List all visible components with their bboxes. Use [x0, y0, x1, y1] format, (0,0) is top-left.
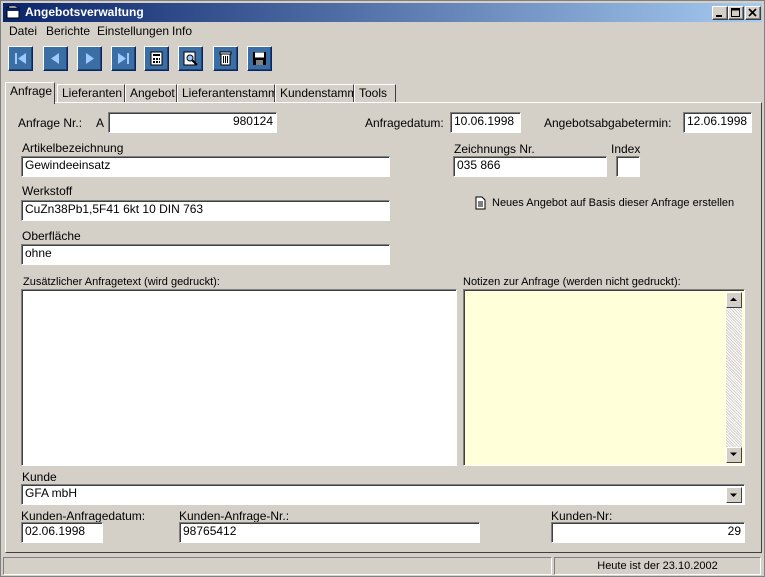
zeichnung-field[interactable]: 035 866	[453, 156, 607, 177]
anfrage-nr-prefix: A	[96, 116, 105, 130]
abgabetermin-label: Angebotsabgabetermin:	[544, 116, 672, 130]
zeichnung-label: Zeichnungs Nr.	[454, 142, 535, 156]
kunden-anfrage-nr-label: Kunden-Anfrage-Nr.:	[179, 509, 290, 523]
menu-einstellungen[interactable]: Einstellungen	[97, 24, 169, 38]
save-button[interactable]	[247, 46, 272, 71]
menu-info[interactable]: Info	[172, 24, 192, 38]
maximize-button[interactable]	[728, 6, 744, 20]
kunden-nr-label: Kunden-Nr:	[551, 509, 613, 523]
maximize-icon	[731, 8, 740, 17]
menu-berichte[interactable]: Berichte	[46, 24, 90, 38]
menu-bar: Datei Berichte Einstellungen Info	[3, 22, 762, 40]
arrow-up-icon	[730, 297, 737, 301]
minimize-icon	[716, 15, 722, 17]
last-record-button[interactable]	[111, 46, 136, 71]
kunde-combobox[interactable]: GFA mbH	[21, 484, 745, 505]
delete-button[interactable]	[213, 46, 238, 71]
kunden-nr-field[interactable]: 29	[551, 522, 745, 543]
tab-lieferantenstamm[interactable]: Lieferantenstamm	[177, 84, 278, 103]
status-bar: Heute ist der 23.10.2002	[3, 557, 762, 575]
floppy-disk-icon	[253, 52, 266, 65]
application-window: Angebotsverwaltung Datei Berichte Einste…	[0, 0, 765, 577]
notizen-label: Notizen zur Anfrage (werden nicht gedruc…	[463, 276, 681, 288]
anfrage-nr-field[interactable]: 980124	[108, 112, 277, 133]
tab-kundenstamm[interactable]: Kundenstamm	[275, 84, 357, 103]
status-pane-left	[3, 557, 552, 575]
close-button[interactable]	[745, 6, 761, 20]
kunde-dropdown-button[interactable]	[726, 487, 742, 503]
status-date: Heute ist der 23.10.2002	[554, 557, 761, 575]
zusatztext-label: Zusätzlicher Anfragetext (wird gedruckt)…	[23, 276, 220, 288]
previous-record-button[interactable]	[43, 46, 68, 71]
artikel-field[interactable]: Gewindeeinsatz	[21, 156, 390, 177]
close-icon	[748, 8, 757, 17]
window-title: Angebotsverwaltung	[25, 5, 144, 19]
notizen-textarea[interactable]	[463, 289, 745, 466]
anfragedatum-field[interactable]: 10.06.1998	[450, 112, 521, 133]
scroll-down-button[interactable]	[726, 447, 742, 463]
calculator-button[interactable]	[144, 46, 169, 71]
chevron-down-icon	[730, 493, 737, 497]
scroll-up-button[interactable]	[726, 292, 742, 308]
search-button[interactable]	[178, 46, 203, 71]
app-icon	[6, 5, 20, 19]
werkstoff-field[interactable]: CuZn38Pb1,5F41 6kt 10 DIN 763	[21, 200, 390, 221]
neues-angebot-label: Neues Angebot auf Basis dieser Anfrage e…	[492, 197, 735, 209]
search-icon	[183, 51, 198, 66]
kunden-anfrage-nr-field[interactable]: 98765412	[179, 522, 480, 543]
tab-tools[interactable]: Tools	[354, 84, 396, 103]
previous-record-icon	[51, 53, 59, 64]
anfrage-nr-label: Anfrage Nr.:	[18, 116, 83, 130]
zusatztext-textarea[interactable]	[21, 289, 457, 466]
calculator-icon	[150, 51, 163, 66]
trash-icon	[219, 51, 232, 66]
tab-angebot[interactable]: Angebot	[125, 84, 177, 103]
kunde-label: Kunde	[22, 470, 57, 484]
kunden-anfragedatum-label: Kunden-Anfragedatum:	[21, 509, 146, 523]
next-record-icon	[86, 53, 94, 64]
menu-datei[interactable]: Datei	[9, 24, 37, 38]
oberflaeche-field[interactable]: ohne	[21, 244, 390, 265]
anfragedatum-label: Anfragedatum:	[365, 116, 444, 130]
artikel-label: Artikelbezeichnung	[22, 141, 124, 155]
title-bar[interactable]: Angebotsverwaltung	[3, 3, 762, 22]
tab-anfrage[interactable]: Anfrage	[5, 82, 55, 104]
last-record-icon	[118, 53, 129, 64]
next-record-button[interactable]	[77, 46, 102, 71]
first-record-button[interactable]	[8, 46, 33, 71]
tab-lieferanten[interactable]: Lieferanten	[57, 84, 125, 103]
kunden-anfragedatum-field[interactable]: 02.06.1998	[21, 522, 103, 543]
kunde-value: GFA mbH	[25, 486, 78, 500]
arrow-down-icon	[730, 452, 737, 456]
document-icon	[475, 196, 486, 210]
minimize-button[interactable]	[712, 6, 728, 20]
abgabetermin-field[interactable]: 12.06.1998	[683, 112, 752, 133]
index-field[interactable]	[616, 156, 640, 177]
notizen-scrollbar[interactable]	[726, 292, 742, 463]
werkstoff-label: Werkstoff	[22, 184, 73, 198]
oberflaeche-label: Oberfläche	[22, 229, 81, 243]
index-label: Index	[611, 142, 641, 156]
first-record-icon	[15, 53, 26, 64]
